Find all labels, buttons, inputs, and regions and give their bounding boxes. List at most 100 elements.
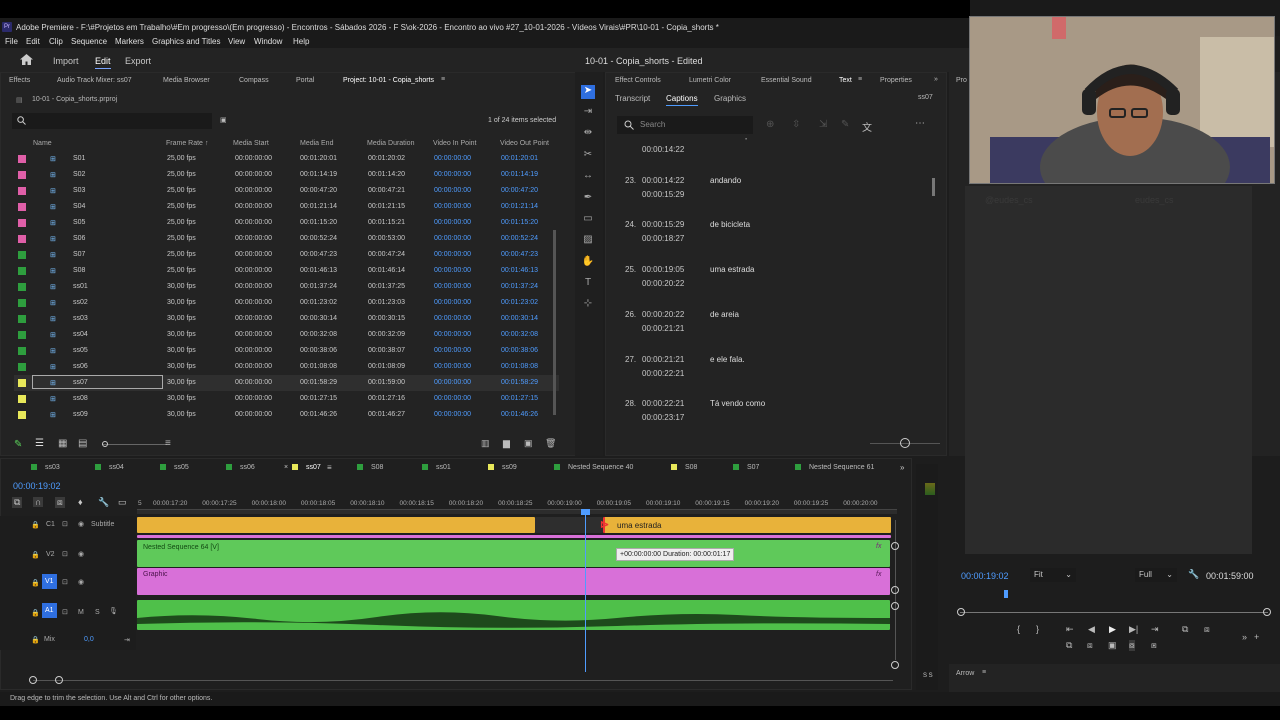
col-media-start[interactable]: Media Start [233,140,269,147]
tab-import[interactable]: Import [53,56,79,66]
nested-sequence-clip[interactable] [137,540,890,567]
row-in[interactable]: 00:00:00:00 [434,395,471,402]
project-row[interactable]: ⊞ ss09 30,00 fps 00:00:00:00 00:01:46:26… [14,407,559,423]
tab-lumetri[interactable]: Lumetri Color [689,77,731,84]
lock-icon[interactable]: 🔒 [31,521,40,529]
row-in[interactable]: 00:00:00:00 [434,235,471,242]
toggle-sync-icon[interactable]: ⊡ [62,578,68,586]
tab-properties[interactable]: Properties [880,77,912,84]
text-menu-icon[interactable]: ≡ [858,76,862,83]
fit-select[interactable]: Fit ⌄ [1030,568,1076,582]
caption-text[interactable]: Tá vendo como [710,399,765,408]
label-color-swatch[interactable] [18,187,26,195]
row-in[interactable]: 00:00:00:00 [434,347,471,354]
label-color-swatch[interactable] [18,171,26,179]
project-row[interactable]: ⊞ S05 25,00 fps 00:00:00:00 00:01:15:20 … [14,215,559,231]
caption-in[interactable]: 00:00:19:05 [642,265,684,274]
work-area-bar[interactable] [137,510,897,514]
row-out[interactable]: 00:01:37:24 [501,283,538,290]
menu-markers[interactable]: Markers [115,37,144,46]
row-out[interactable]: 00:01:08:08 [501,363,538,370]
toggle-sync-icon[interactable]: ⊡ [62,520,68,528]
project-row[interactable]: ⊞ ss03 30,00 fps 00:00:00:00 00:00:30:14… [14,311,559,327]
caption-clip-left[interactable] [137,517,535,533]
row-in[interactable]: 00:00:00:00 [434,379,471,386]
project-row[interactable]: ⊞ ss02 30,00 fps 00:00:00:00 00:01:23:02… [14,295,559,311]
label-color-swatch[interactable] [18,283,26,291]
zoom-right-handle[interactable] [55,676,63,684]
project-row[interactable]: ⊞ S01 25,00 fps 00:00:00:00 00:01:20:01 … [14,151,559,167]
label-color-swatch[interactable] [18,155,26,163]
label-color-swatch[interactable] [18,395,26,403]
caption-out[interactable]: 00:00:21:21 [642,324,684,333]
lift-icon[interactable]: ⧉ [1182,624,1188,635]
row-in[interactable]: 00:00:00:00 [434,363,471,370]
close-tab-icon[interactable]: × [284,464,288,471]
row-in[interactable]: 00:00:00:00 [434,251,471,258]
sequence-tab[interactable]: S07 [733,464,759,471]
caption-in[interactable]: 00:00:20:22 [642,310,684,319]
scrubber-end-handle[interactable] [1263,608,1271,616]
ripple-edit-icon[interactable]: ⇹ [581,127,595,141]
row-in[interactable]: 00:00:00:00 [434,203,471,210]
go-to-out-icon[interactable]: ⇥ [1151,624,1159,635]
project-scrollbar[interactable] [553,230,556,415]
project-row[interactable]: ⊞ S02 25,00 fps 00:00:00:00 00:01:14:19 … [14,167,559,183]
caption-item[interactable]: 26. 00:00:20:22 00:00:21:21 de areia [606,308,936,348]
sequence-tab[interactable]: ss03 [31,464,60,471]
safe-margins-icon[interactable]: ⧆ [1151,640,1157,651]
lock-icon[interactable]: 🔒 [31,636,40,644]
marker-icon[interactable]: ♦ [78,497,83,507]
caption-item[interactable]: 24. 00:00:15:29 00:00:18:27 de bicicleta [606,218,936,258]
play-icon[interactable]: ▶ [1109,624,1116,635]
more-seq-tabs-icon[interactable]: » [900,463,904,472]
go-to-in-icon[interactable]: ⇤ [1066,624,1074,635]
caption-scrollbar[interactable] [932,178,935,196]
label-color-swatch[interactable] [18,251,26,259]
row-in[interactable]: 00:00:00:00 [434,219,471,226]
project-search-input[interactable] [12,113,212,129]
tab-effect-controls[interactable]: Effect Controls [615,77,661,84]
label-color-swatch[interactable] [18,347,26,355]
eye-icon[interactable]: ◉ [78,550,84,558]
pen-icon[interactable]: ✒ [581,192,595,206]
mark-in-icon[interactable]: { [1017,624,1020,634]
label-color-swatch[interactable] [18,331,26,339]
caption-item[interactable]: 27. 00:00:21:21 00:00:22:21 e ele fala. [606,353,936,393]
edit-icon[interactable]: ✎ [841,119,849,130]
quality-select[interactable]: Full ⌄ [1135,568,1177,582]
more-controls-icon[interactable]: » [1242,632,1247,642]
lock-icon[interactable]: 🔒 [31,551,40,559]
caption-in[interactable]: 00:00:15:29 [642,220,684,229]
caption-in[interactable]: 00:00:21:21 [642,355,684,364]
menu-help[interactable]: Help [293,37,309,46]
subtab-graphics[interactable]: Graphics [714,94,746,103]
project-row[interactable]: ⊞ S08 25,00 fps 00:00:00:00 00:01:46:13 … [14,263,559,279]
row-out[interactable]: 00:01:15:20 [501,219,538,226]
caption-in[interactable]: 00:00:22:21 [642,399,684,408]
sequence-tab[interactable]: ss04 [95,464,124,471]
caption-item[interactable]: 23. 00:00:14:22 00:00:15:29 andando [606,174,936,214]
row-out[interactable]: 00:01:20:01 [501,155,538,162]
col-name[interactable]: Name [33,140,52,147]
sequence-tab[interactable]: ss05 [160,464,189,471]
project-row[interactable]: ⊞ ss04 30,00 fps 00:00:00:00 00:00:32:08… [14,327,559,343]
eye-icon[interactable]: ◉ [78,578,84,586]
a-scroll-top[interactable] [891,602,899,610]
bin-icon[interactable]: ▣ [220,116,227,124]
caption-text[interactable]: de bicicleta [710,220,750,229]
label-color-swatch[interactable] [18,379,26,387]
menu-edit[interactable]: Edit [26,37,40,46]
project-row[interactable]: ⊞ ss01 30,00 fps 00:00:00:00 00:01:37:24… [14,279,559,295]
track-mute[interactable]: M [78,609,84,616]
tab-effects[interactable]: Effects [9,77,30,84]
tab-audio-mixer[interactable]: Audio Track Mixer: ss07 [57,77,132,84]
program-scrubber[interactable] [960,612,1268,613]
type-icon[interactable]: T [581,277,595,291]
arrow-menu-icon[interactable]: ≡ [982,669,986,676]
caption-in[interactable]: 00:00:14:08 [642,138,684,140]
sequence-tab[interactable]: ss09 [488,464,517,471]
caption-text[interactable]: de areia [710,310,739,319]
audio-clip[interactable] [137,600,890,630]
label-color-swatch[interactable] [18,363,26,371]
